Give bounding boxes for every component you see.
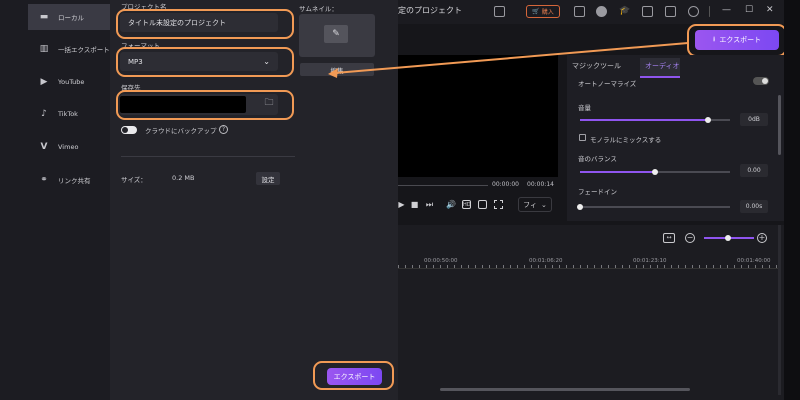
ruler-tick-label: 00:01:40:00 — [737, 258, 771, 264]
video-preview — [398, 55, 558, 177]
buy-button[interactable]: 🛒 購入 — [526, 5, 560, 18]
snapshot-icon[interactable] — [478, 200, 487, 209]
properties-scrollbar[interactable] — [778, 95, 781, 155]
chevron-down-icon: ⌄ — [541, 200, 547, 209]
mail-icon[interactable] — [665, 6, 676, 17]
batch-icon: ▥ — [39, 44, 49, 54]
settings-button[interactable]: 設定 — [256, 172, 280, 185]
sidebar-item-label: TikTok — [58, 110, 78, 118]
highlight-ring-editor-export — [687, 24, 787, 57]
tab-audio[interactable]: オーディオ — [645, 61, 680, 71]
grid-icon[interactable] — [642, 6, 653, 17]
account-icon[interactable] — [596, 6, 607, 17]
size-label: サイズ： — [121, 176, 147, 184]
cart-icon: 🛒 — [532, 8, 540, 15]
cloud-backup-toggle[interactable] — [121, 126, 137, 134]
zoom-out-icon[interactable]: − — [685, 233, 695, 243]
fit-label: フィ — [523, 200, 537, 209]
balance-value[interactable]: 0.00 — [740, 164, 768, 177]
maximize-icon[interactable]: ☐ — [745, 5, 753, 15]
dialog-divider — [121, 156, 295, 157]
sidebar-item-label: 一括エクスポート — [58, 46, 110, 54]
next-frame-icon[interactable]: ⏭ — [425, 200, 434, 209]
layout-icon[interactable] — [494, 6, 505, 17]
cloud-backup-label: クラウドにバックアップ — [145, 127, 217, 135]
volume-value[interactable]: 0dB — [740, 113, 768, 126]
timeline-vertical-scrollbar[interactable] — [778, 225, 781, 395]
window-edge — [784, 0, 800, 400]
timeline-scrollbar[interactable] — [440, 388, 690, 391]
quality-icon[interactable]: HD — [462, 200, 471, 209]
fade-in-label: フェードイン — [578, 188, 617, 196]
balance-label: 音のバランス — [578, 155, 617, 163]
sidebar-item-youtube[interactable]: ▶ YouTube — [0, 66, 110, 98]
minimize-icon[interactable]: — — [722, 5, 731, 15]
fade-in-slider[interactable] — [580, 206, 730, 208]
volume-slider-knob[interactable] — [705, 117, 711, 123]
fit-select[interactable]: フィ ⌄ — [518, 197, 552, 212]
sidebar-item-vimeo[interactable]: V Vimeo — [0, 131, 110, 163]
volume-label: 音量 — [578, 104, 591, 112]
youtube-icon: ▶ — [40, 77, 48, 87]
monitor-icon: ▬ — [39, 12, 49, 22]
edit-thumbnail-button[interactable]: 編集 — [300, 63, 374, 76]
titlebar-divider — [709, 6, 710, 17]
stop-icon[interactable]: ■ — [410, 200, 419, 209]
close-icon[interactable]: ✕ — [766, 5, 774, 15]
auto-normalize-label: オートノーマライズ — [578, 80, 637, 88]
sidebar-item-link-share[interactable]: ⚭ リンク共有 — [0, 164, 110, 196]
fade-in-slider-knob[interactable] — [577, 204, 583, 210]
mono-mix-label: モノラルにミックスする — [590, 136, 662, 144]
link-icon: ⚭ — [40, 175, 48, 185]
save-cloud-icon[interactable] — [574, 6, 585, 17]
fade-in-value[interactable]: 0.00s — [740, 200, 768, 213]
play-icon[interactable]: ▶ — [397, 200, 406, 209]
balance-slider-knob[interactable] — [652, 169, 658, 175]
sidebar-item-local[interactable]: ▬ ローカル — [0, 1, 110, 33]
editor-project-title: 定のプロジェクト — [398, 6, 462, 15]
sidebar-item-label: リンク共有 — [58, 177, 91, 185]
help-icon[interactable]: ? — [219, 125, 228, 134]
fit-timeline-icon[interactable]: ↔ — [663, 233, 675, 243]
vimeo-icon: V — [40, 142, 48, 152]
ruler-tick-label: 00:01:06:20 — [529, 258, 563, 264]
preview-progress-bar[interactable] — [398, 185, 488, 186]
highlight-ring-export — [313, 361, 394, 390]
support-icon[interactable] — [688, 6, 699, 17]
mono-mix-checkbox[interactable] — [579, 134, 586, 141]
sidebar-item-label: YouTube — [58, 78, 85, 86]
crop-icon[interactable] — [494, 200, 503, 209]
buy-label: 購入 — [541, 9, 554, 16]
ruler-tick-label: 00:00:50:00 — [424, 258, 458, 264]
highlight-ring-save-to — [116, 90, 294, 120]
tiktok-icon: ♪ — [41, 109, 47, 119]
graduation-cap-icon[interactable]: 🎓 — [619, 6, 630, 17]
current-time: 00:00:00 — [492, 181, 519, 188]
sidebar-item-batch-export[interactable]: ▥ 一括エクスポート — [0, 33, 110, 65]
sidebar-item-label: Vimeo — [58, 143, 79, 151]
highlight-ring-project-name — [116, 9, 294, 39]
ruler-tick-label: 00:01:23:10 — [633, 258, 667, 264]
balance-slider-fill — [580, 171, 655, 173]
total-time: 00:00:14 — [527, 181, 554, 188]
sidebar-item-label: ローカル — [58, 14, 84, 22]
volume-icon[interactable]: 🔊 — [446, 200, 456, 209]
volume-slider-fill — [580, 119, 708, 121]
app-window: 定のプロジェクト 🛒 購入 🎓 — ☐ ✕ ⭳ エクスポート 00:00:00 00… — [0, 0, 800, 400]
size-value: 0.2 MB — [172, 174, 195, 182]
zoom-slider-knob[interactable] — [725, 235, 731, 241]
timeline-area — [398, 225, 784, 400]
auto-normalize-toggle[interactable] — [753, 77, 769, 85]
tab-magic-tools[interactable]: マジックツール — [572, 61, 621, 71]
pencil-icon: ✎ — [324, 25, 348, 43]
thumbnail-label: サムネイル： — [299, 5, 338, 13]
sidebar-item-tiktok[interactable]: ♪ TikTok — [0, 98, 110, 130]
highlight-ring-format — [116, 47, 294, 77]
zoom-in-icon[interactable]: + — [757, 233, 767, 243]
